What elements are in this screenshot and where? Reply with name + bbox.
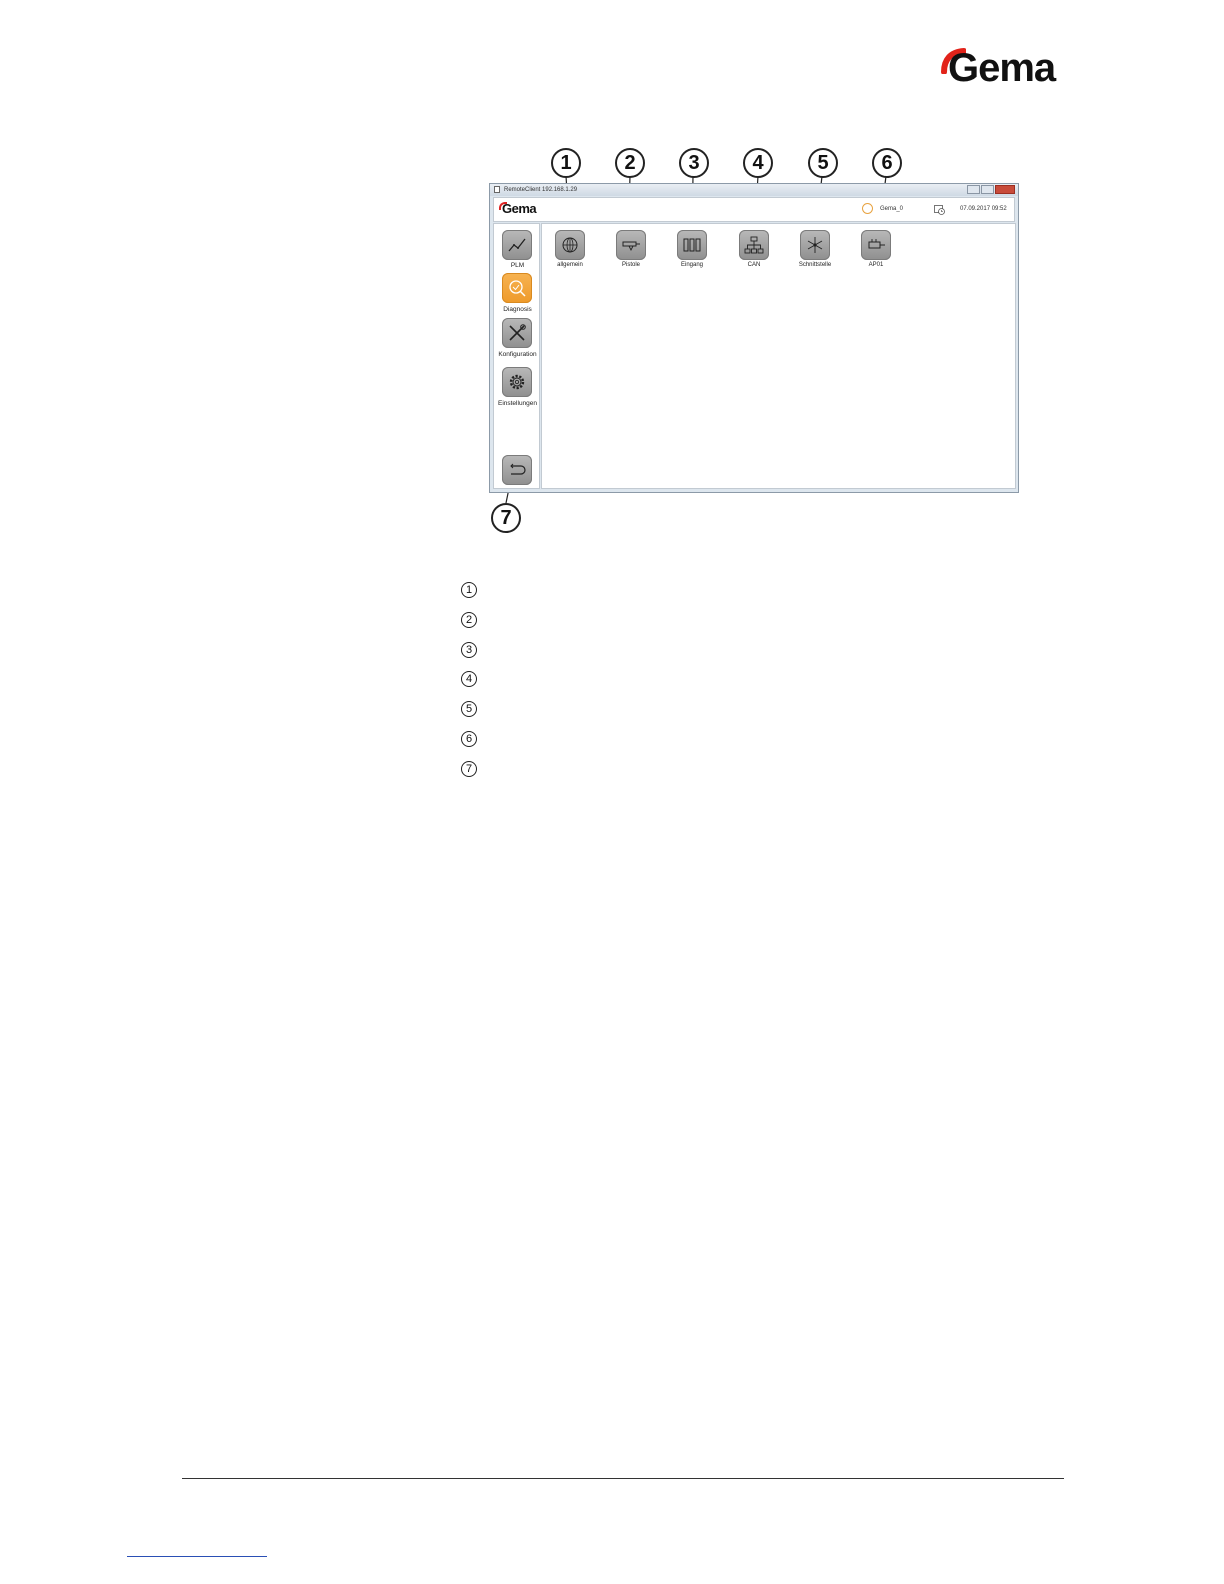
legend-number: 7 bbox=[461, 761, 477, 777]
tile-can[interactable] bbox=[739, 230, 769, 260]
legend-number: 6 bbox=[461, 731, 477, 747]
window-controls bbox=[966, 185, 1015, 194]
legend-number: 4 bbox=[461, 671, 477, 687]
user-icon[interactable] bbox=[862, 203, 873, 214]
sidebar-label-diagnosis: Diagnosis bbox=[503, 306, 532, 313]
tile-ap01[interactable] bbox=[861, 230, 891, 260]
main-panel: allgemein Pistole Eingang CAN Schnittste… bbox=[541, 223, 1016, 489]
callout-2: 2 bbox=[615, 148, 645, 178]
window-title: RemoteClient 192.168.1.29 bbox=[504, 187, 578, 193]
spray-gun-icon bbox=[622, 241, 640, 252]
maximize-button[interactable] bbox=[981, 185, 994, 194]
sidebar-item-plm[interactable] bbox=[502, 230, 532, 260]
tile-label-can: CAN bbox=[747, 262, 761, 268]
legend-item: 1 bbox=[461, 582, 761, 600]
legend-number: 3 bbox=[461, 642, 477, 658]
legend-item: 2 bbox=[461, 612, 761, 630]
footer-link-underline[interactable] bbox=[127, 1556, 267, 1557]
user-name: Gema_0 bbox=[880, 206, 904, 212]
gear-icon bbox=[509, 374, 525, 390]
legend-item: 6 bbox=[461, 731, 761, 749]
tile-label-eingang: Eingang bbox=[680, 262, 704, 268]
legend-number: 1 bbox=[461, 582, 477, 598]
return-arrow-icon bbox=[510, 463, 526, 475]
window-titlebar: RemoteClient 192.168.1.29 bbox=[490, 184, 1018, 196]
tile-schnittstelle[interactable] bbox=[800, 230, 830, 260]
trend-chart-icon bbox=[508, 238, 526, 252]
calendar-clock-icon[interactable] bbox=[934, 204, 945, 215]
callout-1: 1 bbox=[551, 148, 581, 178]
magnifier-check-icon bbox=[509, 280, 526, 297]
callout-4: 4 bbox=[743, 148, 773, 178]
app-icon bbox=[494, 186, 500, 193]
tile-pistole[interactable] bbox=[616, 230, 646, 260]
globe-icon bbox=[562, 237, 578, 253]
tile-label-schnittstelle: Schnittstelle bbox=[798, 262, 832, 268]
tile-label-pistole: Pistole bbox=[621, 262, 640, 268]
network-tree-icon bbox=[744, 236, 764, 254]
sidebar-label-einstellungen: Einstellungen bbox=[497, 400, 538, 407]
tools-icon bbox=[509, 324, 526, 341]
logo-wordmark: Gema bbox=[948, 46, 1056, 90]
datetime: 07.09.2017 09:52 bbox=[960, 206, 1007, 212]
minimize-button[interactable] bbox=[967, 185, 980, 194]
sidebar: PLM Diagnosis Konfiguration Einstellunge… bbox=[493, 223, 540, 489]
pump-icon bbox=[868, 239, 885, 249]
sidebar-item-diagnosis[interactable] bbox=[502, 273, 532, 303]
sidebar-label-konfiguration: Konfiguration bbox=[498, 351, 537, 358]
app-logo: Gema bbox=[499, 201, 537, 216]
interface-star-icon bbox=[807, 237, 823, 253]
app-header: Gema Gema_0 07.09.2017 09:52 bbox=[493, 197, 1015, 222]
legend-item: 4 bbox=[461, 671, 761, 689]
legend-number: 2 bbox=[461, 612, 477, 628]
close-button[interactable] bbox=[995, 185, 1015, 194]
app-window: RemoteClient 192.168.1.29 Gema Gema_0 07… bbox=[489, 183, 1019, 493]
tile-eingang[interactable] bbox=[677, 230, 707, 260]
footer-rule bbox=[182, 1478, 1064, 1479]
tile-label-allgemein: allgemein bbox=[557, 262, 583, 268]
sidebar-item-einstellungen[interactable] bbox=[502, 367, 532, 397]
gema-logo: Gema bbox=[940, 46, 1064, 96]
callout-6: 6 bbox=[872, 148, 902, 178]
callout-7: 7 bbox=[491, 503, 521, 533]
legend-item: 5 bbox=[461, 701, 761, 719]
sidebar-item-konfiguration[interactable] bbox=[502, 318, 532, 348]
legend-number: 5 bbox=[461, 701, 477, 717]
legend-item: 3 bbox=[461, 642, 761, 660]
tile-label-ap01: AP01 bbox=[868, 262, 884, 268]
back-button[interactable] bbox=[502, 455, 532, 485]
legend-item: 7 bbox=[461, 761, 761, 779]
callout-5: 5 bbox=[808, 148, 838, 178]
tile-allgemein[interactable] bbox=[555, 230, 585, 260]
callout-3: 3 bbox=[679, 148, 709, 178]
input-modules-icon bbox=[683, 238, 701, 252]
sidebar-label-plm: PLM bbox=[510, 262, 525, 269]
